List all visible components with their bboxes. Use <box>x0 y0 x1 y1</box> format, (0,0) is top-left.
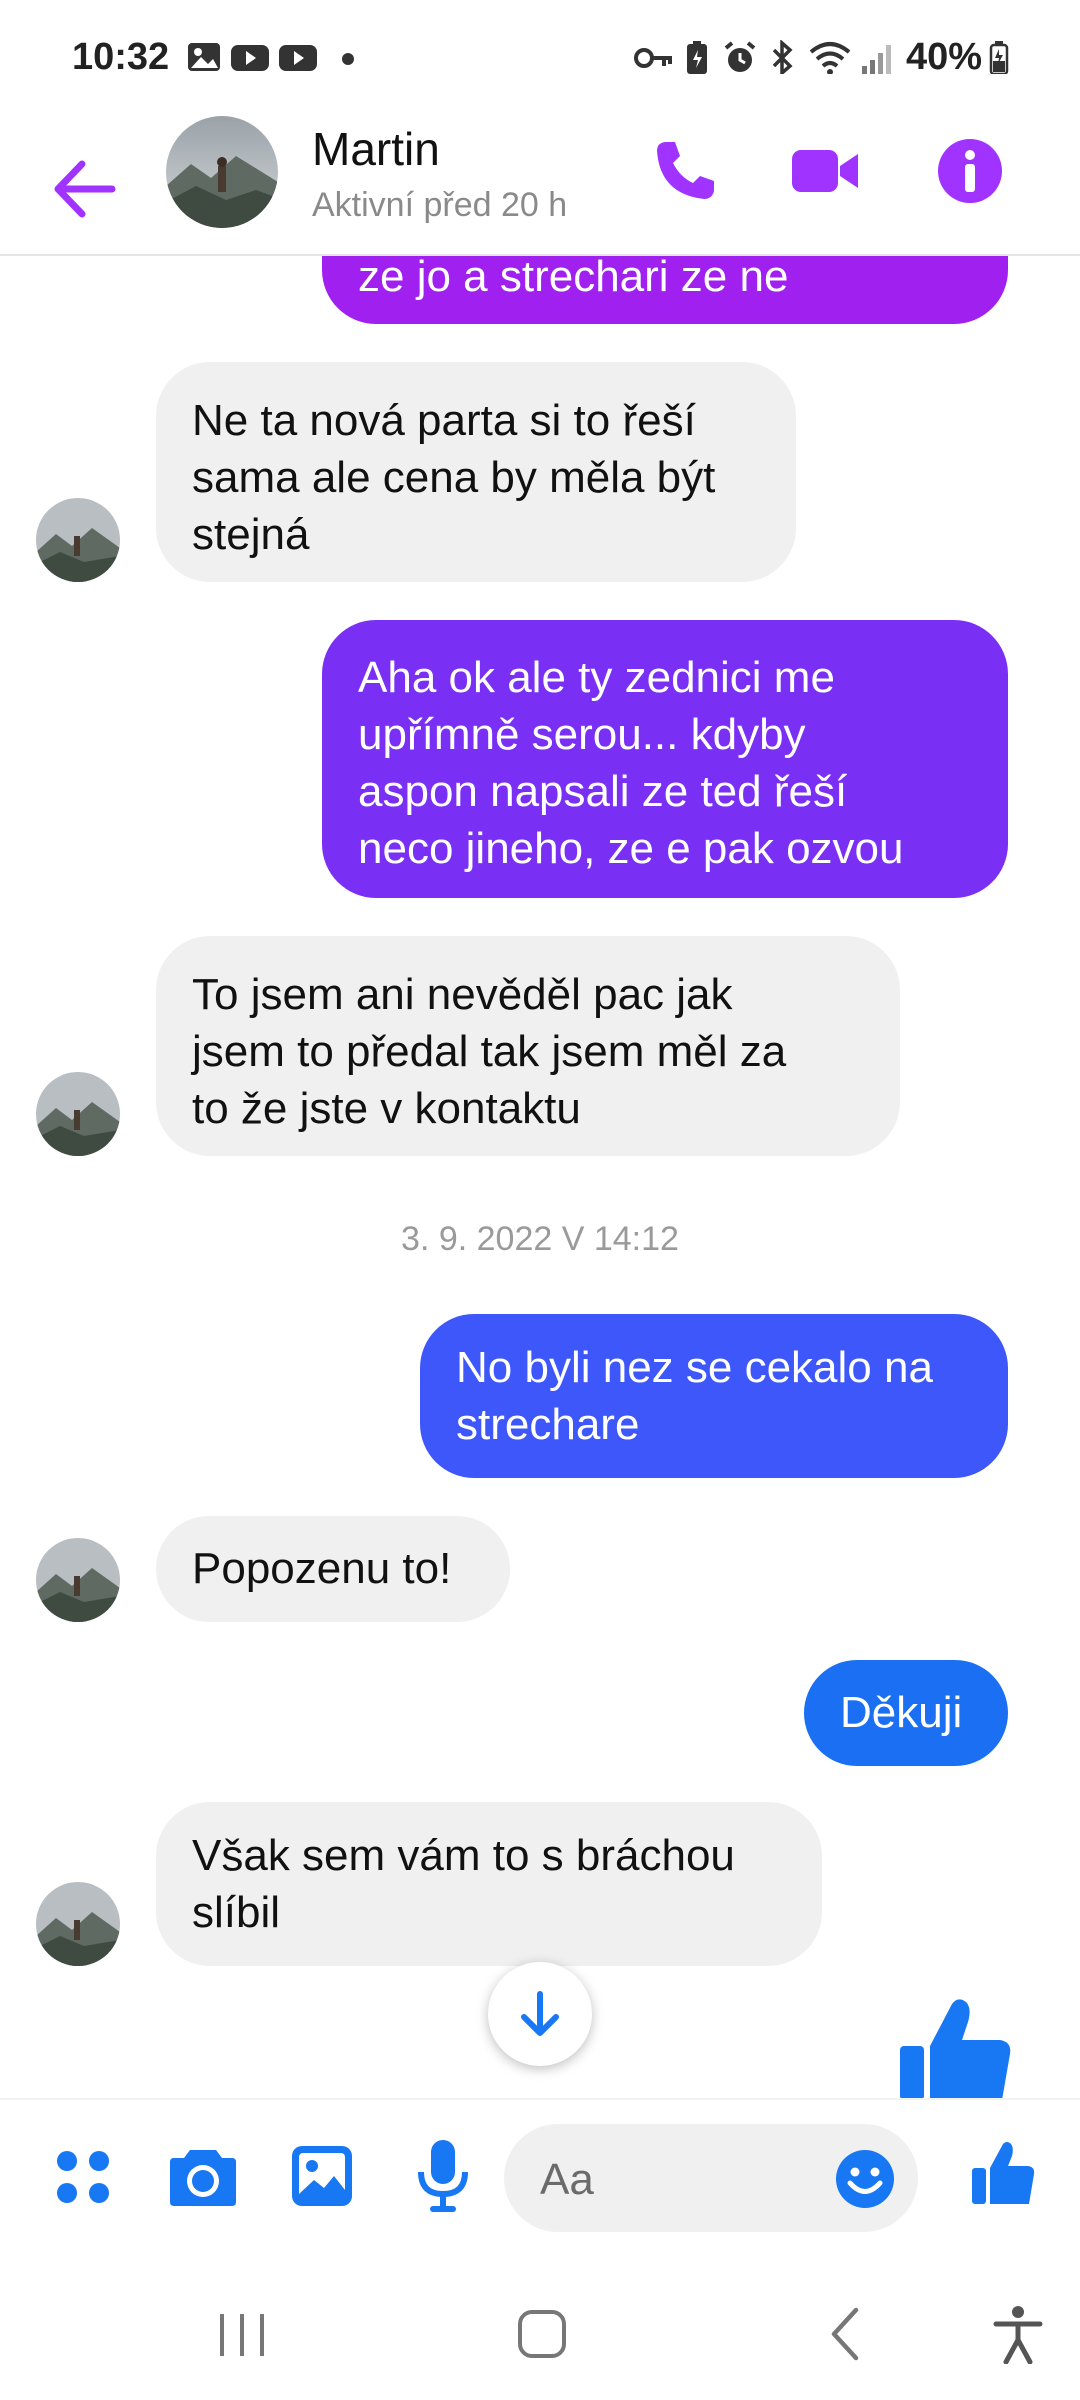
back-button[interactable] <box>52 156 118 222</box>
gallery-icon[interactable] <box>290 2144 354 2208</box>
contact-avatar-small[interactable] <box>36 498 120 582</box>
message-text: Popozenu to! <box>192 1544 452 1593</box>
back-icon[interactable] <box>826 2306 866 2362</box>
wifi-icon <box>809 42 851 74</box>
scroll-to-bottom-button[interactable] <box>488 1962 592 2066</box>
arrow-down-icon <box>521 1991 559 2036</box>
vpn-key-icon <box>634 48 672 68</box>
message-input-placeholder: Aa <box>540 2155 594 2204</box>
alarm-icon <box>724 41 756 72</box>
message-bubble-sent[interactable]: Aha ok ale ty zednici me upřímně serou..… <box>322 620 1008 898</box>
message-bubble-received[interactable]: To jsem ani nevěděl pac jak jsem to před… <box>156 936 900 1156</box>
contact-name[interactable]: Martin <box>312 122 440 176</box>
message-text: Však sem vám to s bráchou slíbil <box>192 1831 735 1937</box>
emoji-icon[interactable] <box>834 2148 896 2210</box>
message-text: Aha ok ale ty zednici me upřímně serou..… <box>358 653 904 873</box>
avatar-photo-icon <box>36 1072 120 1156</box>
status-bar: 10:32 40% <box>0 0 1080 120</box>
contact-avatar[interactable] <box>166 116 278 228</box>
message-text: Děkuji <box>840 1688 963 1737</box>
avatar-photo-icon <box>36 498 120 582</box>
info-button[interactable] <box>935 136 1005 206</box>
dot-icon <box>342 53 354 65</box>
accessibility-icon[interactable] <box>990 2304 1046 2364</box>
youtube-icon <box>231 45 269 71</box>
message-bubble-received[interactable]: Popozenu to! <box>156 1516 510 1622</box>
message-text: ze jo a strechari ze ne <box>358 252 789 301</box>
message-text: Ne ta nová parta si to řeší sama ale cen… <box>192 396 716 559</box>
recent-apps-icon[interactable] <box>216 2310 268 2360</box>
video-call-button[interactable] <box>790 136 860 206</box>
avatar-photo-icon <box>36 1538 120 1622</box>
apps-icon[interactable] <box>54 2148 114 2208</box>
sent-like-icon[interactable] <box>896 1996 1016 2100</box>
message-text: No byli nez se cekalo na strechare <box>456 1343 933 1449</box>
contact-active-status: Aktivní před 20 h <box>312 186 568 224</box>
signal-icon <box>862 45 891 74</box>
status-time: 10:32 <box>72 36 170 78</box>
microphone-icon[interactable] <box>416 2138 470 2214</box>
battery-percentage: 40% <box>906 36 983 78</box>
voice-call-button[interactable] <box>650 136 720 206</box>
avatar-photo-icon <box>36 1882 120 1966</box>
gallery-icon <box>188 43 220 71</box>
contact-avatar-small[interactable] <box>36 1072 120 1156</box>
message-bubble-sent[interactable]: Děkuji <box>804 1660 1008 1766</box>
message-bubble-sent[interactable]: No byli nez se cekalo na strechare <box>420 1314 1008 1478</box>
like-icon[interactable] <box>970 2140 1036 2206</box>
date-separator: 3. 9. 2022 V 14:12 <box>401 1220 679 1258</box>
battery-saver-icon <box>687 41 707 74</box>
battery-icon <box>989 41 1009 74</box>
message-bubble-received[interactable]: Však sem vám to s bráchou slíbil <box>156 1802 822 1966</box>
bluetooth-icon <box>772 40 793 74</box>
message-text: To jsem ani nevěděl pac jak jsem to před… <box>192 970 787 1133</box>
home-icon[interactable] <box>516 2308 568 2360</box>
youtube-icon <box>279 45 317 71</box>
camera-icon[interactable] <box>168 2146 238 2208</box>
contact-avatar-small[interactable] <box>36 1538 120 1622</box>
contact-avatar-small[interactable] <box>36 1882 120 1966</box>
avatar-photo-icon <box>166 116 278 228</box>
message-bubble-received[interactable]: Ne ta nová parta si to řeší sama ale cen… <box>156 362 796 582</box>
